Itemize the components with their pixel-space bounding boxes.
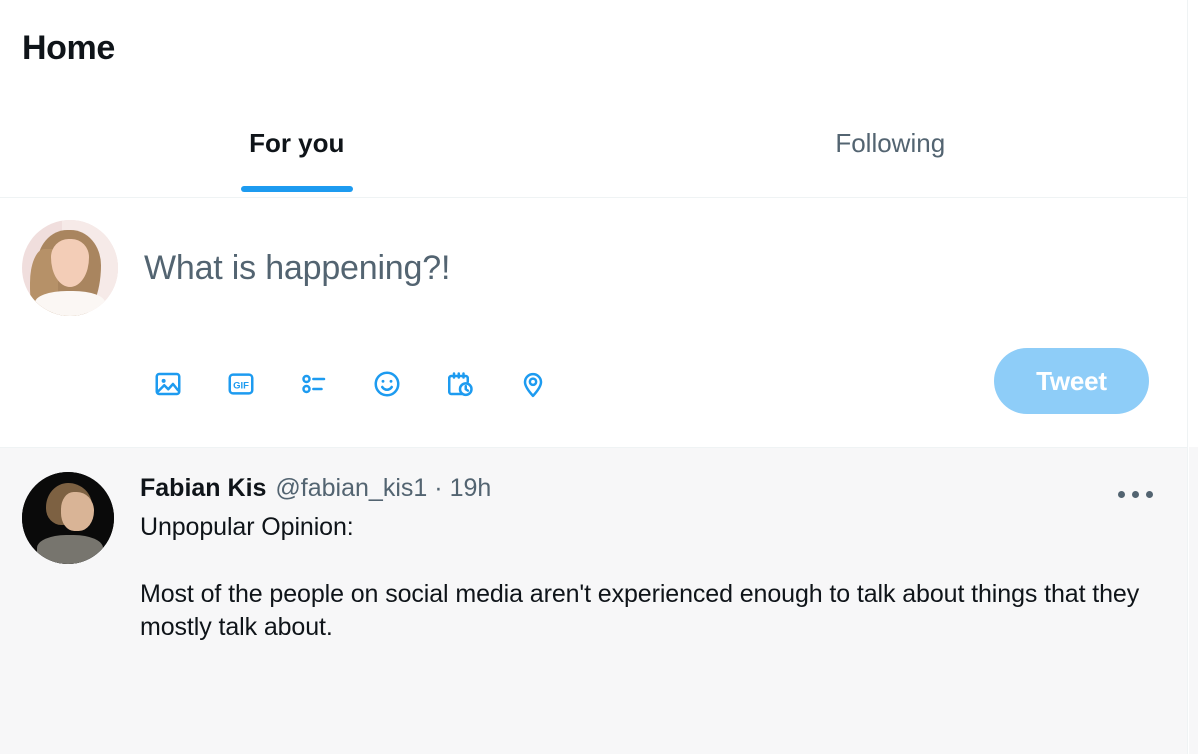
media-icon (153, 369, 183, 399)
avatar-shirt (36, 534, 103, 564)
main-column: Home For you Following What is happening (0, 0, 1188, 754)
right-gutter (1189, 0, 1198, 754)
tweet-more-options-button[interactable] (1111, 470, 1159, 518)
active-tab-indicator (240, 186, 353, 192)
tweet-card[interactable]: Fabian Kis @fabian_kis1 · 19h Unpopular … (0, 448, 1187, 754)
emoji-icon-button[interactable] (363, 360, 411, 408)
tweet-timestamp[interactable]: 19h (450, 474, 492, 503)
schedule-icon (445, 369, 475, 399)
tweet-text: Unpopular Opinion: Most of the people on… (140, 512, 1140, 642)
svg-text:GIF: GIF (233, 380, 249, 391)
twitter-home-screen: Home For you Following What is happening (0, 0, 1198, 754)
tweet-text-input[interactable]: What is happening?! (144, 220, 1165, 289)
tab-following[interactable]: Following (594, 96, 1188, 197)
page-title: Home (22, 29, 115, 67)
avatar[interactable] (22, 220, 118, 316)
tweet-submit-button[interactable]: Tweet (994, 348, 1149, 414)
tweet-header: Fabian Kis @fabian_kis1 · 19h (140, 474, 1165, 503)
avatar-face (60, 492, 94, 531)
poll-icon (299, 369, 329, 399)
tab-following-label: Following (835, 127, 946, 158)
gif-icon: GIF (226, 369, 256, 399)
location-icon-button[interactable] (509, 360, 557, 408)
avatar-shirt (35, 291, 105, 316)
gutter-lower-fill (1189, 447, 1198, 754)
tweet-body: Fabian Kis @fabian_kis1 · 19h Unpopular … (114, 472, 1165, 754)
schedule-icon-button[interactable] (436, 360, 484, 408)
composer-body: What is happening?! GIF Tweet (118, 220, 1165, 447)
location-icon (518, 369, 548, 399)
feed-tabs: For you Following (0, 96, 1187, 198)
tweet-author-handle[interactable]: @fabian_kis1 (275, 474, 427, 503)
tweet-author-avatar[interactable] (22, 472, 114, 564)
tweet-author-name[interactable]: Fabian Kis (140, 474, 266, 503)
media-icon-button[interactable] (144, 360, 192, 408)
tweet-composer: What is happening?! GIF Tweet (0, 198, 1187, 448)
tab-for-you[interactable]: For you (0, 96, 594, 197)
page-header: Home (0, 0, 1187, 96)
emoji-icon (372, 369, 402, 399)
more-horizontal-icon (1117, 490, 1153, 498)
tweet-separator: · (434, 474, 443, 502)
tab-for-you-label: For you (249, 127, 345, 158)
gif-icon-button[interactable]: GIF (217, 360, 265, 408)
poll-icon-button[interactable] (290, 360, 338, 408)
